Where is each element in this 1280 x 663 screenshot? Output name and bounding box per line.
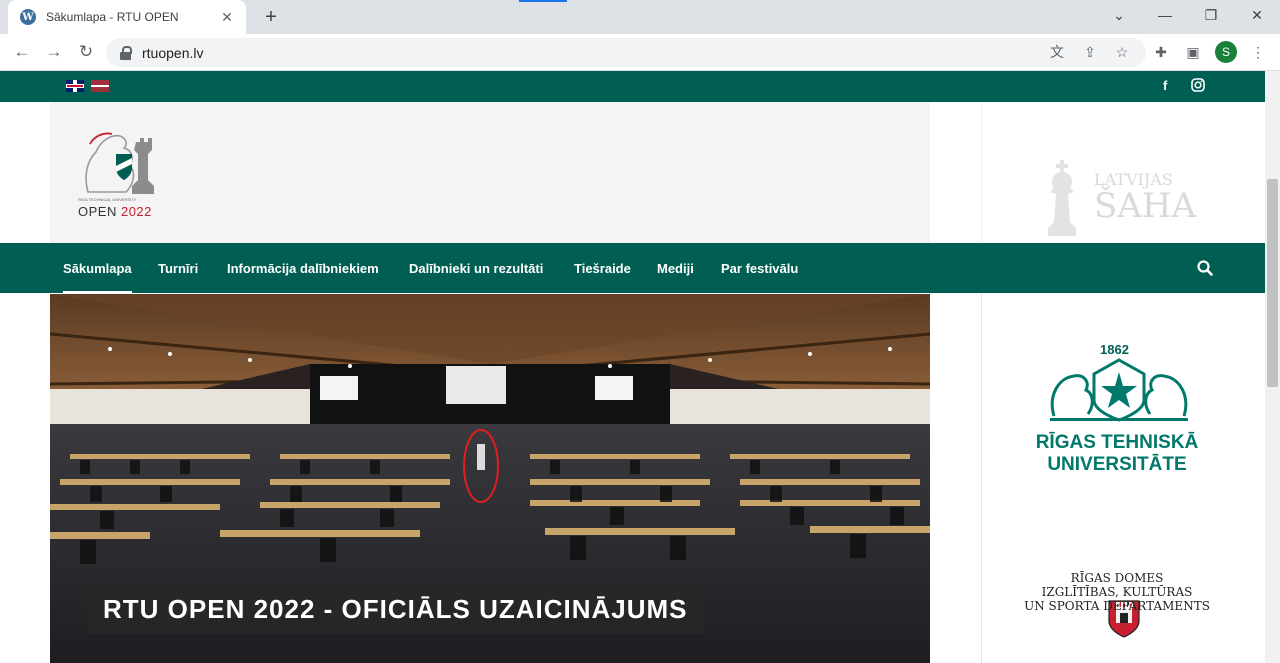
share-icon[interactable]: ⇪ [1078,40,1102,64]
back-icon[interactable]: ← [8,38,36,66]
tab-strip-indicator [519,0,567,2]
scrollbar-thumb[interactable] [1267,179,1278,387]
rd-line3: UN SPORTA DEPARTAMENTS [1024,599,1210,613]
hero-caption-text[interactable]: RTU OPEN 2022 - OFICIĀLS UZAICINĀJUMS [103,594,688,625]
logo-title: OPEN 2022 [78,204,152,219]
close-icon[interactable]: ✕ [218,9,236,26]
main-navigation: Sākumlapa Turnīri Informācija dalībnieki… [0,243,1265,293]
reading-list-icon[interactable]: ▣ [1181,40,1205,64]
browser-toolbar: ← → ↻ rtuopen.lv 文 ⇪ ☆ ✚ ▣ S ⋮ [0,34,1280,71]
web-page: f RIGA TECHNICAL UNIVERSITY OPEN 2022 LA… [0,71,1265,663]
logo-university-text: RIGA TECHNICAL UNIVERSITY [78,197,137,202]
facebook-icon[interactable]: f [1163,78,1167,93]
address-bar[interactable]: rtuopen.lv [106,38,1146,67]
page-scrollbar[interactable] [1265,71,1280,663]
search-icon[interactable] [1196,259,1214,277]
latvian-flag-icon[interactable] [91,80,109,92]
bookmark-star-icon[interactable]: ☆ [1110,40,1134,64]
translate-icon[interactable]: 文 [1045,40,1069,64]
nav-item-participant-info[interactable]: Informācija dalībniekiem [227,243,379,293]
chess-federation-banner[interactable]: LATVIJAS ŠAHA [981,102,1265,243]
browser-tab[interactable]: W Sākumlapa - RTU OPEN ✕ [8,0,246,34]
chess-federation-line2: ŠAHA [1094,186,1197,226]
instagram-icon[interactable] [1191,78,1205,95]
riga-council-text[interactable]: RĪGAS DOMES IZGLĪTĪBAS, KULTŪRAS UN SPOR… [1022,571,1212,613]
nav-item-tournaments[interactable]: Turnīri [158,243,198,293]
nav-item-about-festival[interactable]: Par festivālu [721,243,798,293]
tab-search-icon[interactable]: ⌄ [1096,0,1142,30]
forward-icon[interactable]: → [40,38,68,66]
minimize-icon[interactable]: — [1142,0,1188,30]
rtu-crest-icon[interactable] [1044,356,1194,426]
site-header: RIGA TECHNICAL UNIVERSITY OPEN 2022 [50,102,930,243]
wordpress-favicon-icon: W [20,9,36,25]
extensions-icon[interactable]: ✚ [1149,40,1173,64]
hero-caption[interactable]: RTU OPEN 2022 - OFICIĀLS UZAICINĀJUMS [87,585,704,634]
nav-item-live[interactable]: Tiešraide [574,243,631,293]
profile-avatar[interactable]: S [1215,41,1237,63]
rtu-logo-text[interactable]: RĪGAS TEHNISKĀ UNIVERSITĀTE [1022,432,1212,476]
window-close-icon[interactable]: ✕ [1234,0,1280,30]
nav-item-media[interactable]: Mediji [657,243,694,293]
tab-title: Sākumlapa - RTU OPEN [46,10,179,24]
nav-item-participants-results[interactable]: Dalībnieki un rezultāti [409,243,543,293]
new-tab-icon[interactable]: + [258,4,284,30]
sidebar-sponsors: 1862 RĪGAS TEHNISKĀ UNIVERSITĀTE RĪGAS D… [981,294,1265,663]
lock-icon[interactable] [120,45,132,60]
nav-item-home[interactable]: Sākumlapa [63,243,132,293]
restore-icon[interactable]: ❐ [1188,0,1234,30]
rtu-line1: RĪGAS TEHNISKĀ [1035,432,1199,453]
hero-image-slider[interactable]: RTU OPEN 2022 - OFICIĀLS UZAICINĀJUMS [50,294,930,663]
top-utility-bar: f [0,71,1265,102]
reload-icon[interactable]: ↻ [72,38,100,66]
url-text[interactable]: rtuopen.lv [142,45,203,61]
logo-year: 2022 [120,204,152,219]
browser-tab-bar: W Sākumlapa - RTU OPEN ✕ + ⌄ — ❐ ✕ [0,0,1280,34]
rtu-line2: UNIVERSITĀTE [1047,454,1187,475]
rd-line1: RĪGAS DOMES [1070,571,1164,585]
rd-line2: IZGLĪTĪBAS, KULTŪRAS [1041,585,1193,599]
english-flag-icon[interactable] [66,80,84,92]
logo-word: OPEN [78,204,117,219]
rtu-founding-year: 1862 [1100,342,1129,357]
menu-dots-icon[interactable]: ⋮ [1246,40,1270,64]
